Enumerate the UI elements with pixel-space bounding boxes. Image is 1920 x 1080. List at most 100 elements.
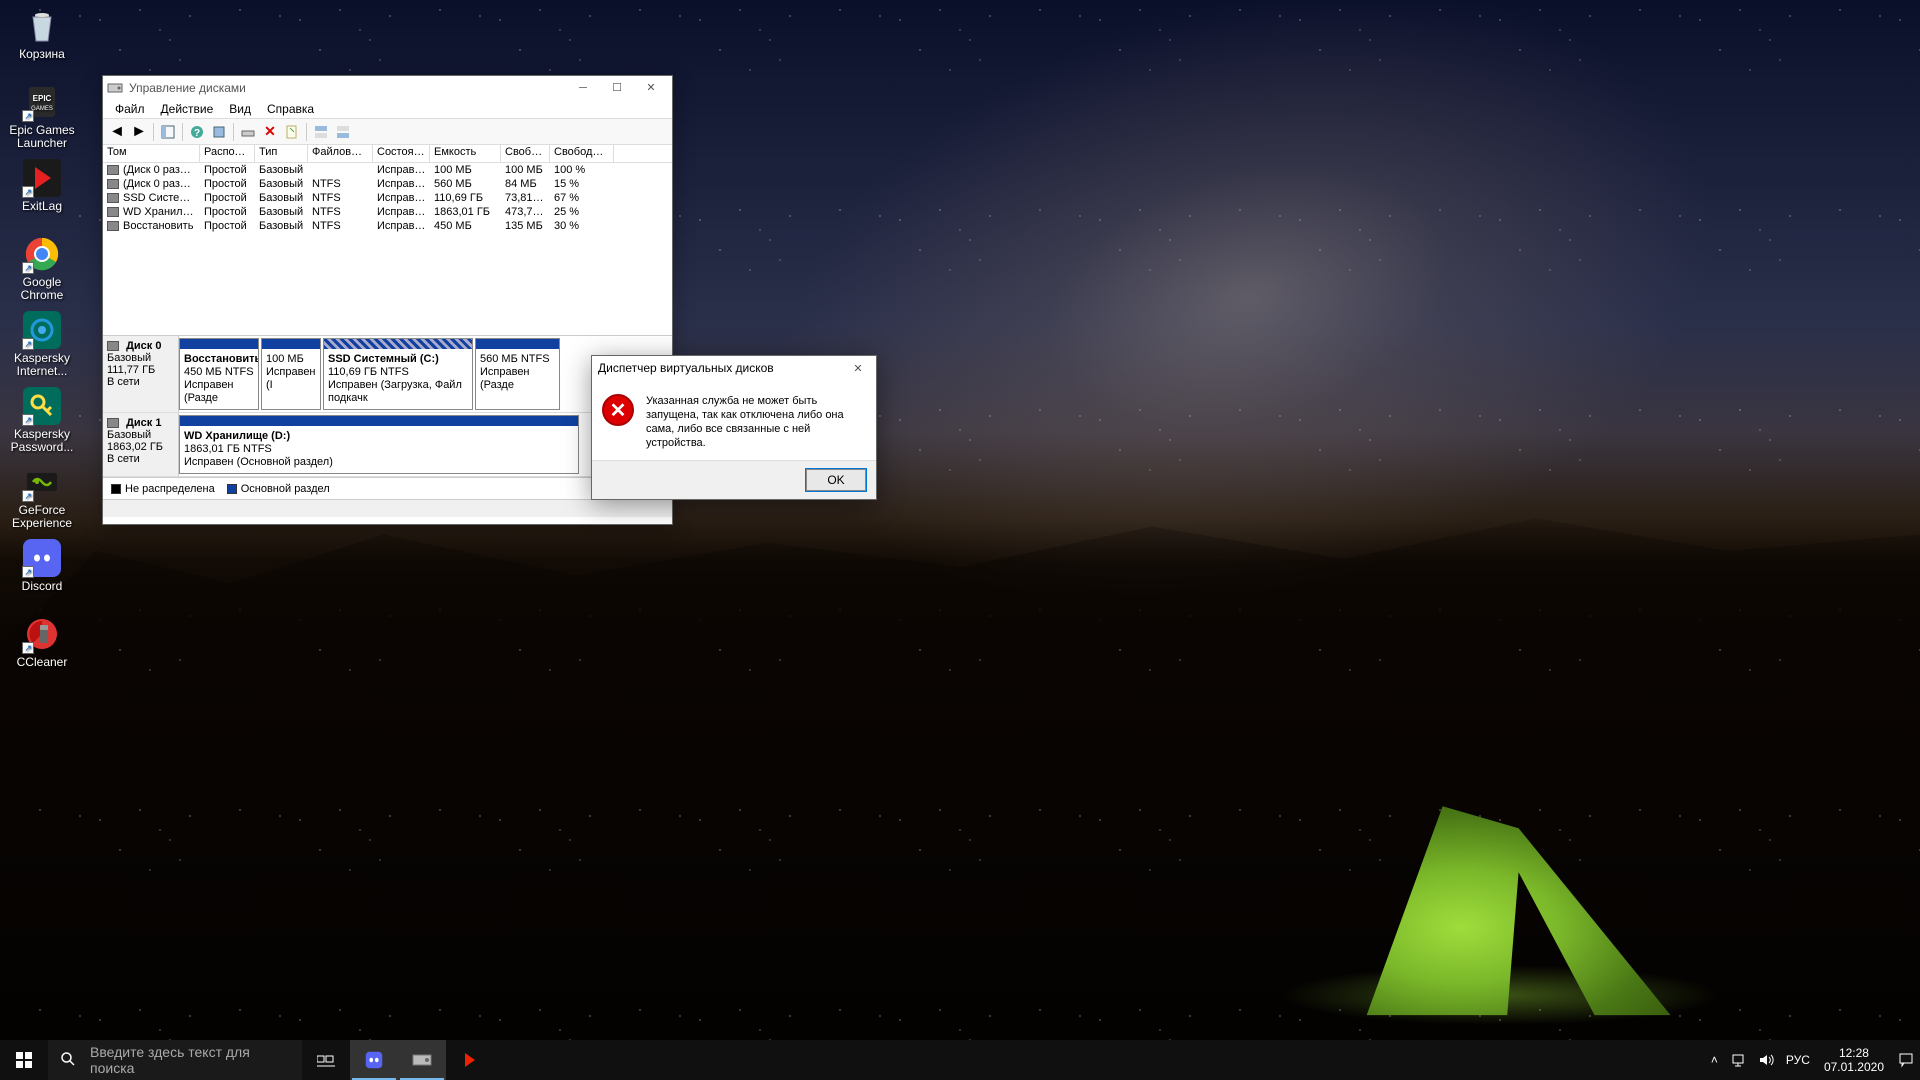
- task-view-icon: [317, 1053, 335, 1067]
- partition[interactable]: 560 МБ NTFSИсправен (Разде: [475, 338, 560, 410]
- desktop-icons: КорзинаEPICGAMES↗Epic Games Launcher↗Exi…: [0, 0, 84, 692]
- desktop-icon-epic[interactable]: EPICGAMES↗Epic Games Launcher: [4, 80, 80, 156]
- tray-overflow-button[interactable]: ˄: [1705, 1040, 1724, 1080]
- volume-list-header[interactable]: ТомРасполо...ТипФайловая с...СостояниеЕм…: [103, 145, 672, 163]
- search-icon: [60, 1051, 76, 1070]
- volume-icon: [107, 193, 119, 203]
- partition[interactable]: Восстановить450 МБ NTFSИсправен (Разде: [179, 338, 259, 410]
- shortcut-badge: ↗: [22, 262, 34, 274]
- desktop-icon-label: Epic Games Launcher: [6, 124, 78, 150]
- volume-list[interactable]: ТомРасполо...ТипФайловая с...СостояниеЕм…: [103, 145, 672, 335]
- volume-row[interactable]: ВосстановитьПростойБазовыйNTFSИсправен..…: [103, 219, 672, 233]
- column-header[interactable]: Состояние: [373, 145, 430, 162]
- volume-icon: [107, 221, 119, 231]
- desktop-icon-kaspersky-pw[interactable]: ↗Kaspersky Password...: [4, 384, 80, 460]
- disk-graphical-view[interactable]: Диск 0Базовый111,77 ГБВ сетиВосстановить…: [103, 335, 672, 477]
- error-message: Указанная служба не может быть запущена,…: [646, 394, 866, 450]
- menu-действие[interactable]: Действие: [153, 100, 222, 118]
- refresh-button[interactable]: [209, 122, 229, 142]
- desktop-icon-label: Kaspersky Internet...: [6, 352, 78, 378]
- legend-unallocated: Не распределена: [125, 483, 215, 495]
- taskbar-app-discord[interactable]: [350, 1040, 398, 1080]
- ccleaner-icon: ↗: [22, 614, 62, 654]
- settings-button[interactable]: [238, 122, 258, 142]
- volume-row[interactable]: (Диск 0 раздел 2)ПростойБазовыйИсправен.…: [103, 163, 672, 177]
- menu-файл[interactable]: Файл: [107, 100, 153, 118]
- exitlag-icon: [459, 1049, 481, 1071]
- desktop-icon-label: Корзина: [19, 48, 65, 61]
- desktop-icon-recycle-bin[interactable]: Корзина: [4, 4, 80, 80]
- list-top-button[interactable]: [311, 122, 331, 142]
- network-icon: [1730, 1052, 1746, 1068]
- search-input[interactable]: Введите здесь текст для поиска: [48, 1040, 302, 1080]
- properties-button[interactable]: [282, 122, 302, 142]
- action-center-button[interactable]: [1892, 1040, 1920, 1080]
- disk-info[interactable]: Диск 0Базовый111,77 ГБВ сети: [103, 336, 179, 412]
- list-bottom-button[interactable]: [333, 122, 353, 142]
- help-button[interactable]: ?: [187, 122, 207, 142]
- error-dialog: Диспетчер виртуальных дисков ✕ ✕ Указанн…: [591, 355, 877, 500]
- column-header[interactable]: Том: [103, 145, 200, 162]
- forward-button[interactable]: ►: [129, 122, 149, 142]
- tray-clock[interactable]: 12:28 07.01.2020: [1816, 1046, 1892, 1074]
- minimize-button[interactable]: ─: [566, 78, 600, 98]
- column-header[interactable]: Файловая с...: [308, 145, 373, 162]
- status-bar: [103, 499, 672, 517]
- taskbar-app-diskmgmt[interactable]: [398, 1040, 446, 1080]
- svg-text:EPIC: EPIC: [33, 94, 52, 103]
- delete-button[interactable]: ✕: [260, 122, 280, 142]
- desktop-icon-ccleaner[interactable]: ↗CCleaner: [4, 612, 80, 688]
- chevron-up-icon: ˄: [1711, 1053, 1718, 1067]
- discord-icon: ↗: [22, 538, 62, 578]
- chrome-icon: ↗: [22, 234, 62, 274]
- start-button[interactable]: [0, 1040, 48, 1080]
- desktop-icon-label: Discord: [22, 580, 63, 593]
- column-header[interactable]: Располо...: [200, 145, 255, 162]
- shortcut-badge: ↗: [22, 490, 34, 502]
- back-button[interactable]: ◄: [107, 122, 127, 142]
- maximize-button[interactable]: ☐: [600, 78, 634, 98]
- desktop-icon-kaspersky[interactable]: ↗Kaspersky Internet...: [4, 308, 80, 384]
- kaspersky-pw-icon: ↗: [22, 386, 62, 426]
- volume-row[interactable]: (Диск 0 раздел 5)ПростойБазовыйNTFSИспра…: [103, 177, 672, 191]
- column-header[interactable]: Свобод...: [501, 145, 550, 162]
- shortcut-badge: ↗: [22, 642, 34, 654]
- search-placeholder: Введите здесь текст для поиска: [90, 1044, 290, 1076]
- column-header[interactable]: Свободно %: [550, 145, 614, 162]
- task-view-button[interactable]: [302, 1040, 350, 1080]
- desktop-icon-discord[interactable]: ↗ Discord: [4, 536, 80, 612]
- error-titlebar[interactable]: Диспетчер виртуальных дисков ✕: [592, 356, 876, 380]
- error-ok-button[interactable]: OK: [806, 469, 866, 491]
- disk-info[interactable]: Диск 1Базовый1863,02 ГБВ сети: [103, 413, 179, 476]
- desktop-icon-geforce[interactable]: ↗GeForce Experience: [4, 460, 80, 536]
- disk-row: Диск 1Базовый1863,02 ГБВ сетиWD Хранилищ…: [103, 413, 660, 477]
- error-close-button[interactable]: ✕: [846, 358, 870, 378]
- tray-volume-icon[interactable]: [1752, 1040, 1780, 1080]
- menu-вид[interactable]: Вид: [221, 100, 259, 118]
- menu-справка[interactable]: Справка: [259, 100, 322, 118]
- tray-language[interactable]: РУС: [1780, 1040, 1816, 1080]
- partition[interactable]: SSD Системный (C:)110,69 ГБ NTFSИсправен…: [323, 338, 473, 410]
- tray-network-icon[interactable]: [1724, 1040, 1752, 1080]
- volume-icon: [107, 179, 119, 189]
- recycle-bin-icon: [22, 6, 62, 46]
- partition[interactable]: 100 МБИсправен (I: [261, 338, 321, 410]
- disk-management-window: Управление дисками ─ ☐ ✕ ФайлДействиеВид…: [102, 75, 673, 525]
- desktop-icon-exitlag[interactable]: ↗ExitLag: [4, 156, 80, 232]
- disk-icon: [107, 418, 119, 428]
- volume-icon: [107, 165, 119, 175]
- column-header[interactable]: Тип: [255, 145, 308, 162]
- close-button[interactable]: ✕: [634, 78, 668, 98]
- taskbar-app-exitlag[interactable]: [446, 1040, 494, 1080]
- volume-row[interactable]: SSD Системный (...ПростойБазовыйNTFSИспр…: [103, 191, 672, 205]
- desktop-icon-chrome[interactable]: ↗Google Chrome: [4, 232, 80, 308]
- desktop-icon-label: ExitLag: [22, 200, 62, 213]
- column-header[interactable]: Емкость: [430, 145, 501, 162]
- error-icon: ✕: [602, 394, 634, 426]
- show-hide-button[interactable]: [158, 122, 178, 142]
- titlebar[interactable]: Управление дисками ─ ☐ ✕: [103, 76, 672, 99]
- partition[interactable]: WD Хранилище (D:)1863,01 ГБ NTFSИсправен…: [179, 415, 579, 474]
- volume-icon: [1758, 1052, 1774, 1068]
- disk-mgmt-icon: [107, 80, 123, 96]
- volume-row[interactable]: WD Хранилище (...ПростойБазовыйNTFSИспра…: [103, 205, 672, 219]
